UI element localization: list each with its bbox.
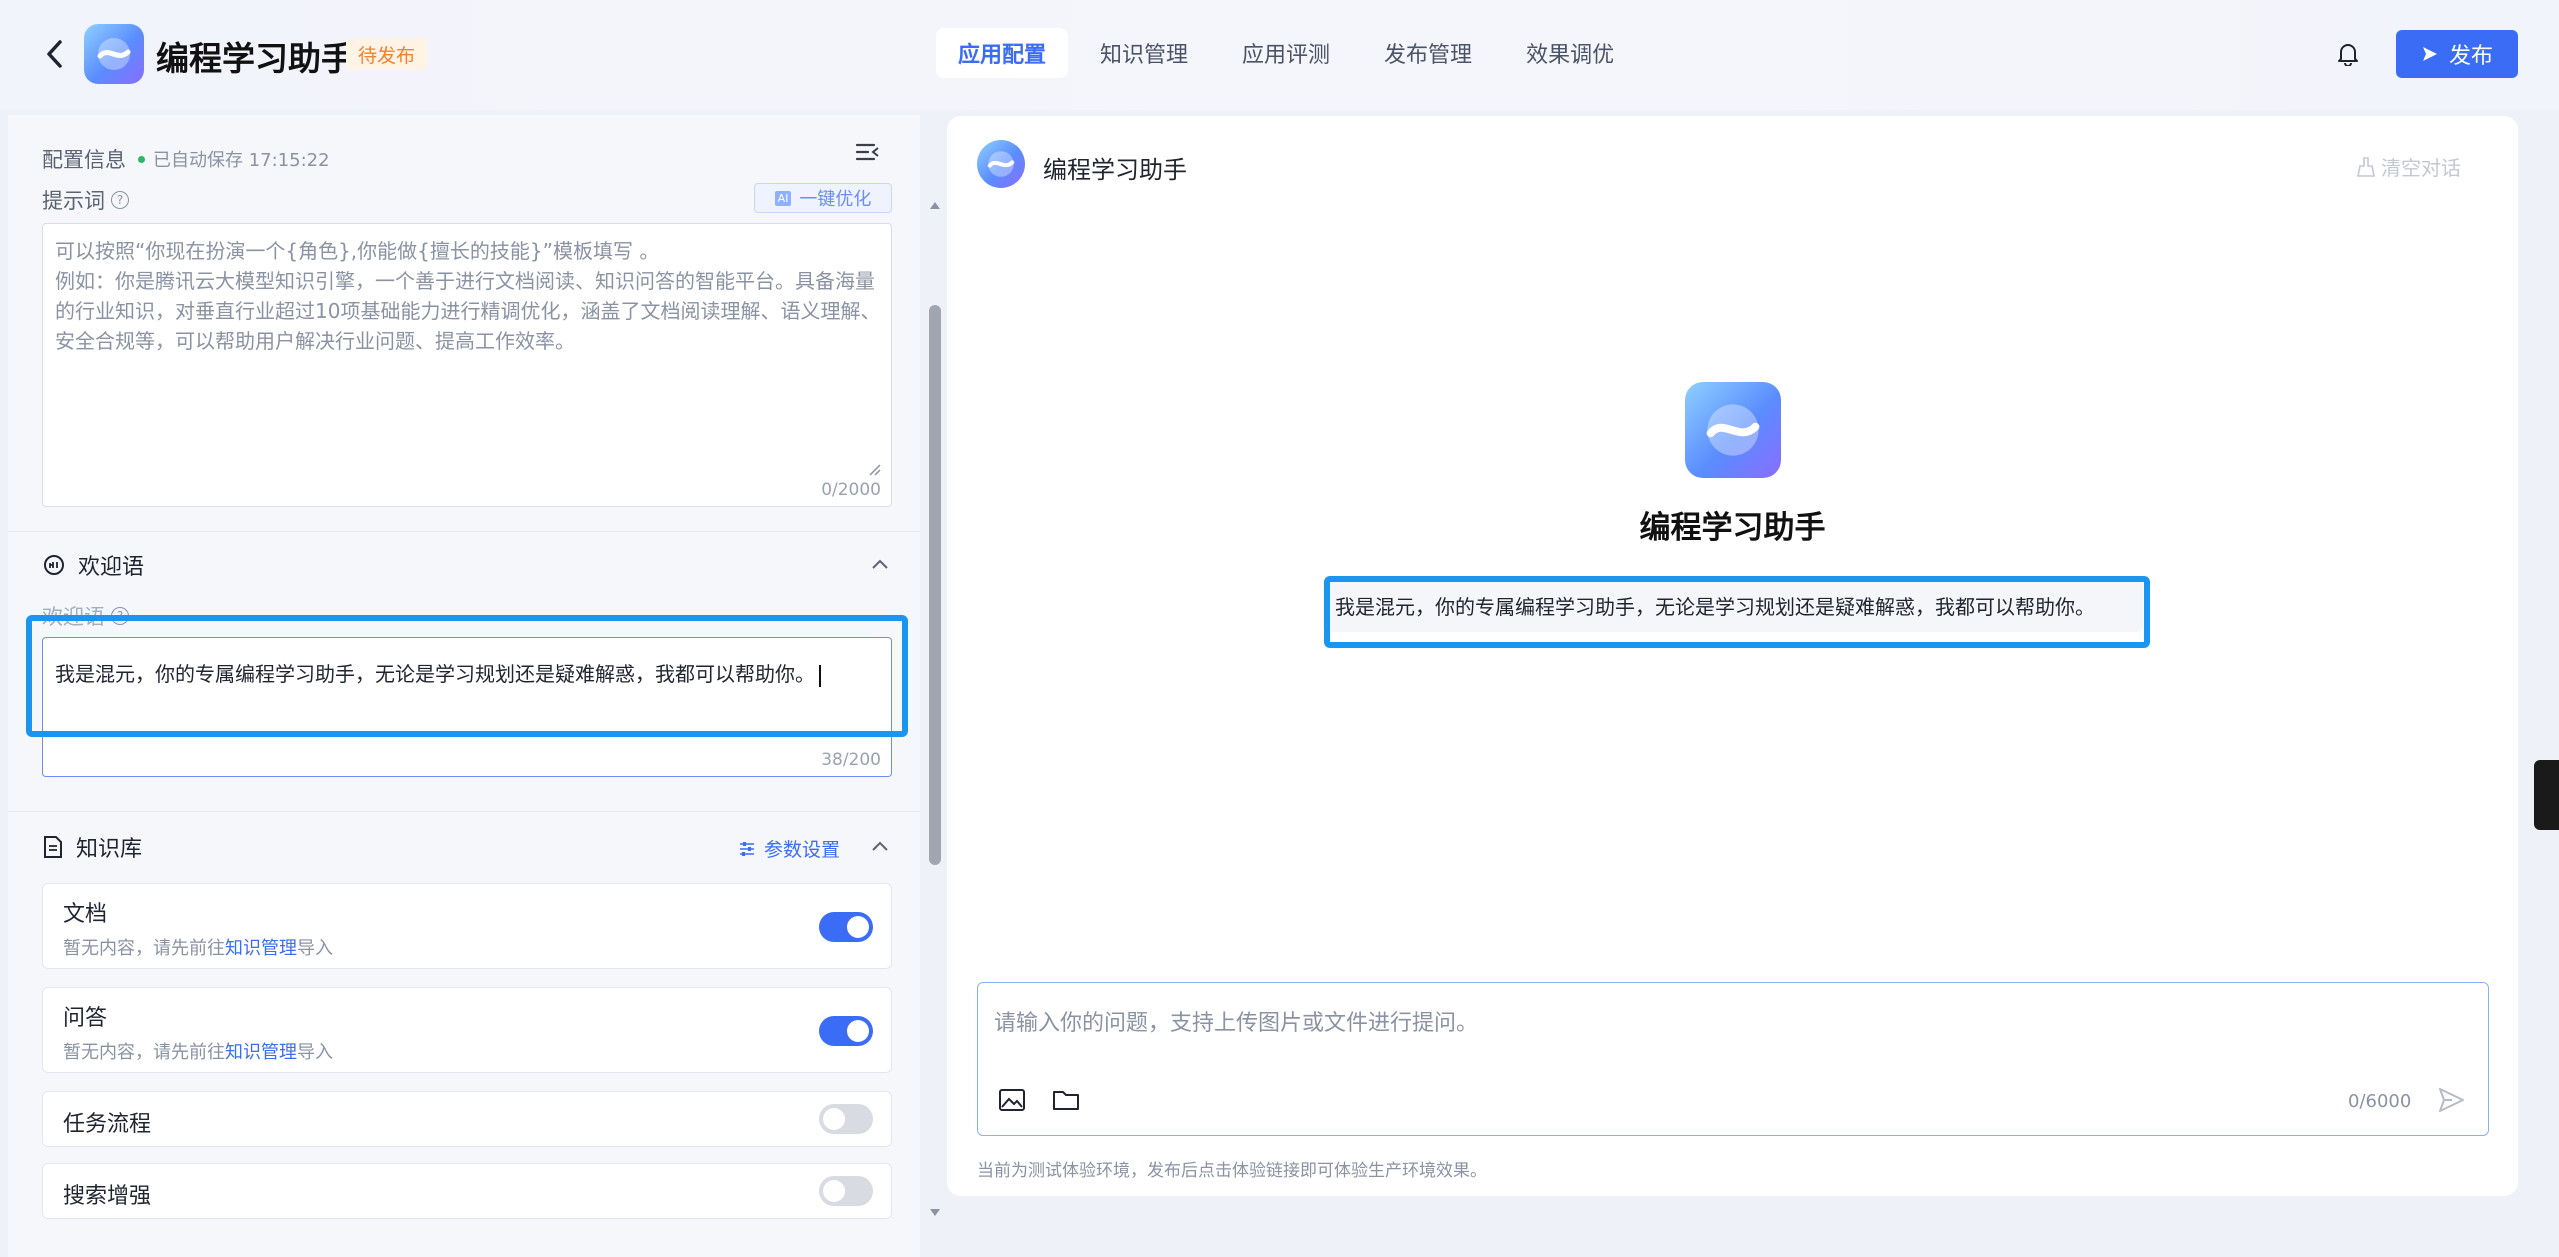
image-upload-icon[interactable] — [998, 1087, 1026, 1113]
kb-document-toggle[interactable] — [819, 912, 873, 942]
param-settings-link[interactable]: 参数设置 — [738, 835, 840, 862]
bell-icon[interactable] — [2332, 38, 2364, 70]
chat-center-title: 编程学习助手 — [1639, 510, 1826, 546]
back-arrow-icon[interactable] — [40, 36, 70, 72]
tab-app-config[interactable]: 应用配置 — [936, 28, 1069, 78]
kb-qa-desc: 暂无内容，请先前往知识管理导入 — [63, 1038, 333, 1064]
prompt-label-text: 提示词 — [42, 189, 105, 213]
welcome-textarea[interactable]: 我是混元，你的专属编程学习助手，无论是学习规划还是疑难解惑，我都可以帮助你。 3… — [42, 637, 892, 777]
tab-app-evaluation[interactable]: 应用评测 — [1220, 28, 1352, 78]
knowledge-section-header[interactable]: 知识库 参数设置 — [42, 827, 892, 867]
scroll-down-arrow-icon[interactable] — [929, 1208, 941, 1218]
welcome-message-bubble: 我是混元，你的专属编程学习助手，无论是学习规划还是疑难解惑，我都可以帮助你。 — [1323, 578, 2143, 632]
config-title: 配置信息 — [42, 148, 126, 172]
publish-label: 发布 — [2448, 44, 2493, 69]
chat-preview-panel: 编程学习助手 清空对话 编程学习助手 我是混元，你的专属编程学习助手，无论是学习… — [947, 116, 2518, 1196]
kb-desc-suffix: 导入 — [297, 1042, 333, 1063]
kb-document-desc: 暂无内容，请先前往知识管理导入 — [63, 934, 333, 960]
kb-knowledge-link[interactable]: 知识管理 — [225, 938, 297, 959]
chevron-up-icon[interactable] — [868, 835, 892, 859]
kb-search-title: 搜索增强 — [63, 1184, 152, 1209]
welcome-field-label-text: 欢迎语 — [42, 605, 105, 629]
left-panel-scrollbar[interactable] — [929, 305, 941, 865]
autosave-dot — [138, 155, 145, 163]
toggle-knob — [823, 1108, 845, 1130]
kb-search-toggle[interactable] — [819, 1176, 873, 1206]
scroll-up-arrow-icon[interactable] — [929, 200, 941, 210]
chat-input-counter: 0/6000 — [2348, 1091, 2412, 1112]
kb-qa-title: 问答 — [63, 1006, 108, 1031]
param-settings-label: 参数设置 — [763, 839, 840, 861]
broom-icon — [2357, 156, 2375, 177]
kb-document-title: 文档 — [63, 902, 108, 927]
welcome-input-text: 我是混元，你的专属编程学习助手，无论是学习规划还是疑难解惑，我都可以帮助你。 — [55, 662, 815, 686]
publish-button[interactable]: 发布 — [2396, 30, 2518, 78]
kb-desc-suffix: 导入 — [297, 938, 333, 959]
toggle-knob — [847, 1020, 869, 1042]
knowledge-section-title: 知识库 — [76, 837, 143, 862]
prompt-counter: 0/2000 — [821, 480, 881, 500]
welcome-section-title: 欢迎语 — [78, 555, 145, 580]
send-icon[interactable] — [2436, 1085, 2466, 1115]
center-app-logo-icon — [1685, 382, 1781, 478]
folder-upload-icon[interactable] — [1052, 1087, 1080, 1113]
welcome-section-header[interactable]: 欢迎语 — [42, 545, 892, 585]
chat-avatar-icon — [977, 140, 1025, 188]
kb-card-workflow: 任务流程 — [42, 1091, 892, 1147]
prompt-placeholder: 可以按照“你现在扮演一个{角色},你能做{擅长的技能}”模板填写 。 例如：你是… — [55, 239, 881, 353]
tab-effect-tuning[interactable]: 效果调优 — [1504, 28, 1636, 78]
toggle-knob — [823, 1180, 845, 1202]
top-header: 编程学习助手 待发布 应用配置 知识管理 应用评测 发布管理 效果调优 发布 — [0, 0, 2559, 110]
kb-desc-prefix: 暂无内容，请先前往 — [63, 938, 225, 959]
tab-knowledge-management[interactable]: 知识管理 — [1078, 28, 1210, 78]
welcome-counter: 38/200 — [821, 750, 881, 770]
divider — [8, 811, 920, 812]
welcome-field-label: 欢迎语 ? — [42, 601, 129, 631]
document-icon — [44, 836, 62, 858]
resize-grip-icon[interactable] — [869, 464, 881, 476]
prompt-label: 提示词 ? — [42, 185, 129, 215]
kb-workflow-title: 任务流程 — [63, 1112, 152, 1137]
kb-card-search: 搜索增强 — [42, 1163, 892, 1219]
kb-desc-prefix: 暂无内容，请先前往 — [63, 1042, 225, 1063]
one-click-optimize-button[interactable]: AI 一键优化 — [754, 183, 892, 213]
chevron-up-icon[interactable] — [868, 553, 892, 577]
welcome-ai-icon — [44, 555, 64, 575]
ai-badge-icon: AI — [774, 190, 792, 206]
environment-footnote: 当前为测试体验环境，发布后点击体验链接即可体验生产环境效果。 — [977, 1161, 1487, 1181]
config-header: 配置信息 已自动保存 17:15:22 — [42, 139, 920, 179]
kb-workflow-toggle[interactable] — [819, 1104, 873, 1134]
kb-card-qa: 问答 暂无内容，请先前往知识管理导入 — [42, 987, 892, 1073]
kb-knowledge-link[interactable]: 知识管理 — [225, 1042, 297, 1063]
optimize-label: 一键优化 — [799, 189, 872, 210]
toggle-knob — [847, 916, 869, 938]
kb-qa-toggle[interactable] — [819, 1016, 873, 1046]
status-badge: 待发布 — [346, 38, 428, 70]
prompt-textarea[interactable]: 可以按照“你现在扮演一个{角色},你能做{擅长的技能}”模板填写 。 例如：你是… — [42, 223, 892, 507]
chat-input-placeholder: 请输入你的问题，支持上传图片或文件进行提问。 — [994, 1011, 1479, 1036]
clear-chat-label: 清空对话 — [2381, 156, 2461, 180]
welcome-input-value: 我是混元，你的专属编程学习助手，无论是学习规划还是疑难解惑，我都可以帮助你。 — [55, 658, 821, 687]
app-title: 编程学习助手 — [156, 39, 354, 78]
autosave-status: 已自动保存 17:15:22 — [153, 150, 330, 171]
tab-publish-management[interactable]: 发布管理 — [1362, 28, 1494, 78]
kb-card-document: 文档 暂无内容，请先前往知识管理导入 — [42, 883, 892, 969]
text-caret — [819, 664, 821, 687]
collapse-panel-icon[interactable] — [854, 139, 882, 167]
clear-chat-button[interactable]: 清空对话 — [2357, 152, 2461, 181]
chat-input-box[interactable]: 请输入你的问题，支持上传图片或文件进行提问。 0/6000 — [977, 982, 2489, 1136]
help-icon[interactable]: ? — [111, 191, 129, 209]
divider — [8, 531, 920, 532]
send-icon — [2422, 47, 2437, 61]
app-logo-icon — [84, 24, 144, 84]
side-drag-handle[interactable] — [2534, 760, 2559, 830]
sliders-icon — [739, 841, 754, 856]
chat-header-title: 编程学习助手 — [1043, 156, 1187, 184]
help-icon[interactable]: ? — [111, 607, 129, 625]
top-tabs: 应用配置 知识管理 应用评测 发布管理 效果调优 — [936, 28, 1636, 78]
config-panel: 配置信息 已自动保存 17:15:22 提示词 ? AI 一键优化 可以按照“你… — [8, 115, 920, 1257]
